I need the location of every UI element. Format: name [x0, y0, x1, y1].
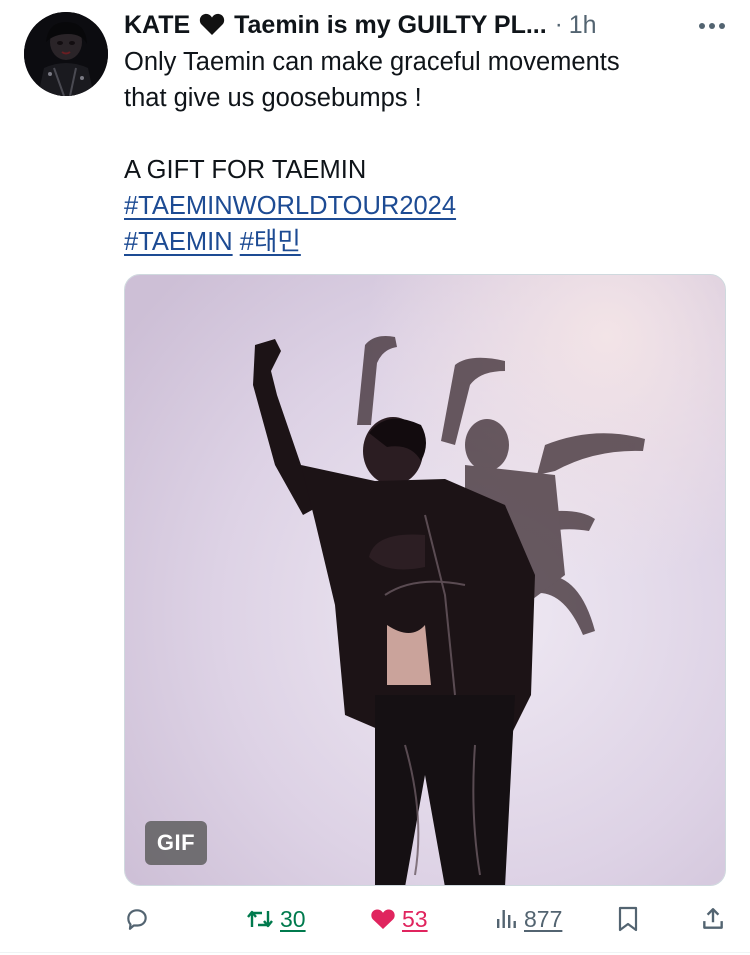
- views-icon: [497, 910, 516, 928]
- hashtag-link[interactable]: #태민: [240, 228, 301, 256]
- retweet-button[interactable]: 30: [246, 900, 306, 938]
- heart-icon: [371, 909, 395, 929]
- tweet-media-gif[interactable]: GIF: [124, 274, 726, 886]
- hashtag-link[interactable]: #TAEMIN: [124, 228, 233, 256]
- header-separator: ·: [554, 11, 563, 38]
- more-options-icon: [699, 23, 725, 29]
- black-heart-icon: [199, 13, 225, 35]
- avatar-image: [24, 12, 108, 96]
- tweet-timestamp[interactable]: 1h: [569, 11, 597, 40]
- reply-icon: [127, 909, 147, 930]
- views-count: 877: [524, 905, 563, 932]
- like-count: 53: [402, 905, 428, 932]
- gif-frame-image: [125, 275, 725, 885]
- like-button[interactable]: 53: [370, 900, 428, 938]
- bookmark-button[interactable]: [617, 900, 639, 938]
- share-button[interactable]: [700, 900, 726, 938]
- tweet-text-line: that give us goosebumps !: [124, 84, 422, 112]
- gif-badge[interactable]: GIF: [145, 821, 207, 865]
- tweet-text: Only Taemin can make graceful movements …: [124, 44, 729, 260]
- bookmark-icon: [618, 906, 638, 932]
- author-name[interactable]: KATE Taemin is my GUILTY PL...: [124, 11, 547, 40]
- author-name-prefix: KATE: [124, 10, 191, 39]
- tweet-action-bar: 30 53 877: [124, 900, 729, 938]
- share-icon: [703, 908, 723, 929]
- tweet-text-line: Only Taemin can make graceful movements: [124, 48, 620, 76]
- views-button[interactable]: 877: [494, 900, 562, 938]
- tweet-divider: [0, 952, 750, 953]
- retweet-icon: [247, 910, 273, 928]
- tweet[interactable]: KATE Taemin is my GUILTY PL... · 1h Only…: [0, 0, 750, 955]
- reply-button[interactable]: [124, 900, 156, 938]
- author-name-suffix: Taemin is my GUILTY PL...: [234, 10, 547, 39]
- more-options-button[interactable]: [695, 14, 729, 38]
- tweet-text-line: A GIFT FOR TAEMIN: [124, 156, 367, 184]
- tweet-header: KATE Taemin is my GUILTY PL... · 1h: [124, 6, 729, 44]
- avatar[interactable]: [24, 12, 108, 96]
- tweet-content: KATE Taemin is my GUILTY PL... · 1h Only…: [124, 6, 729, 260]
- retweet-count: 30: [280, 905, 306, 932]
- hashtag-link[interactable]: #TAEMINWORLDTOUR2024: [124, 192, 456, 220]
